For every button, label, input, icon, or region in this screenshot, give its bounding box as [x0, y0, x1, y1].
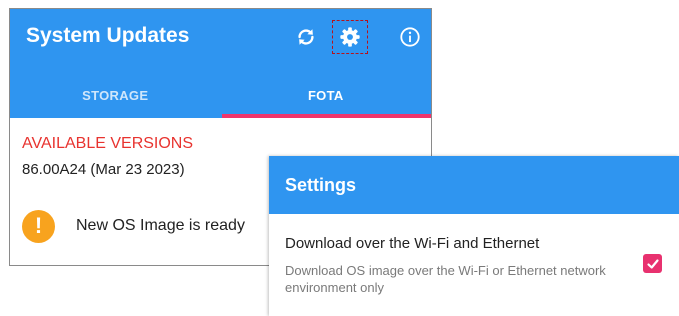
tab-fota[interactable]: FOTA	[221, 79, 432, 118]
warning-icon: !	[22, 209, 55, 243]
gear-icon	[340, 27, 360, 47]
checkmark-icon	[646, 258, 659, 269]
info-icon	[400, 27, 420, 47]
tab-bar: STORAGE FOTA	[10, 79, 431, 118]
settings-header: Settings	[269, 156, 679, 214]
refresh-icon	[298, 29, 314, 45]
wifi-ethernet-option-title[interactable]: Download over the Wi-Fi and Ethernet	[285, 235, 539, 252]
available-versions-heading: AVAILABLE VERSIONS	[22, 135, 194, 152]
refresh-button[interactable]	[288, 19, 324, 55]
settings-dialog: Settings Download over the Wi-Fi and Eth…	[269, 156, 679, 316]
settings-title: Settings	[285, 175, 357, 195]
tab-indicator	[222, 114, 431, 118]
app-bar: System Updates STORAGE FOTA	[10, 9, 431, 118]
app-title: System Updates	[26, 24, 190, 47]
tab-storage[interactable]: STORAGE	[10, 79, 221, 118]
version-label: 86.00A24 (Mar 23 2023)	[22, 161, 185, 178]
info-button[interactable]	[392, 19, 428, 55]
wifi-ethernet-checkbox[interactable]	[643, 254, 662, 273]
settings-button[interactable]	[332, 20, 368, 54]
update-status-text: New OS Image is ready	[76, 217, 245, 234]
wifi-ethernet-option-summary: Download OS image over the Wi-Fi or Ethe…	[285, 263, 606, 295]
update-status-row: ! New OS Image is ready	[22, 206, 245, 246]
